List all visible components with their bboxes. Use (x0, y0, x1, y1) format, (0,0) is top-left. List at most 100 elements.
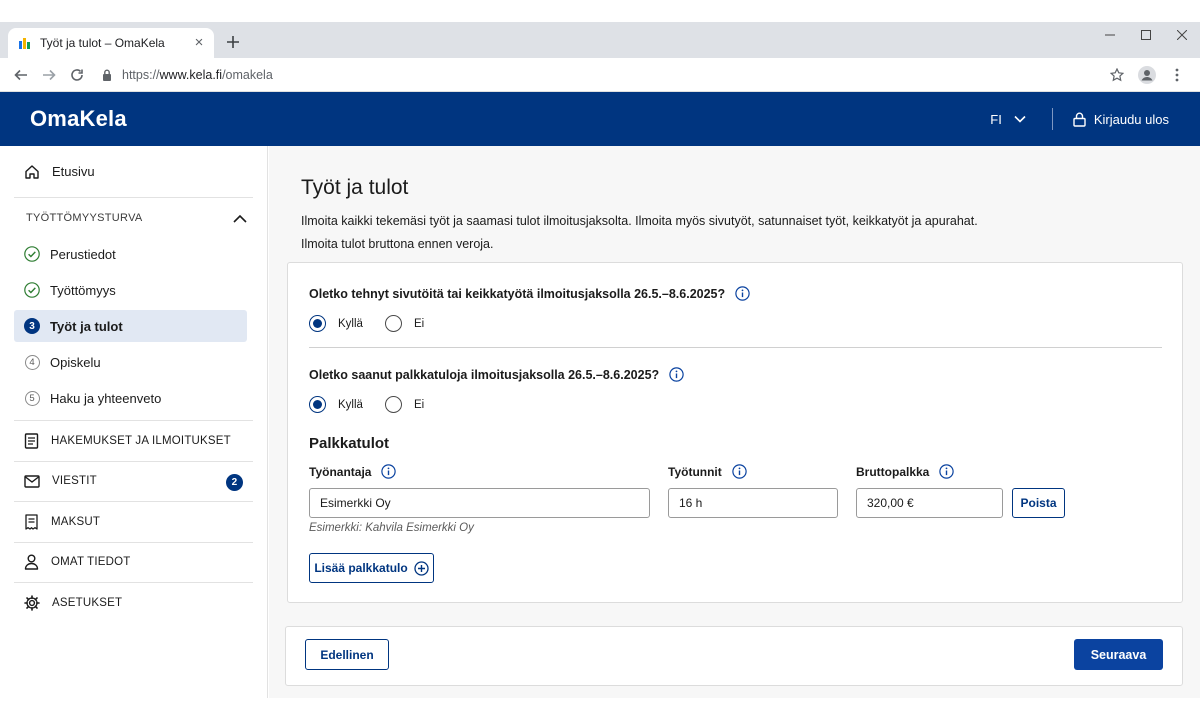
chevron-up-icon (233, 214, 247, 223)
app-header: OmaKela FI Kirjaudu ulos (0, 92, 1200, 146)
sidebar-item-home[interactable]: Etusivu (14, 146, 253, 198)
radio-label-yes: Kyllä (338, 398, 363, 411)
sidebar-step-opiskelu[interactable]: 4 Opiskelu (14, 346, 247, 378)
gear-icon (24, 594, 40, 611)
gross-salary-label: Bruttopalkka (856, 464, 955, 479)
maximize-icon[interactable] (1128, 22, 1164, 48)
employer-hint: Esimerkki: Kahvila Esimerkki Oy (309, 522, 474, 534)
check-circle-icon (24, 282, 40, 298)
reload-icon[interactable] (64, 62, 90, 88)
sidebar-item-label: MAKSUT (51, 515, 101, 528)
radio-yes[interactable] (309, 396, 326, 413)
remove-button[interactable]: Poista (1012, 488, 1065, 518)
previous-button[interactable]: Edellinen (305, 639, 389, 670)
question-salary: Oletko saanut palkkatuloja ilmoitusjakso… (309, 367, 684, 382)
check-circle-icon (24, 246, 40, 262)
sidebar-item-label: OMAT TIEDOT (51, 556, 131, 569)
document-list-icon (24, 433, 39, 449)
question-side-jobs: Oletko tehnyt sivutöitä tai keikkatyötä … (309, 286, 750, 301)
gross-salary-input[interactable]: 320,00 € (856, 488, 1003, 518)
back-arrow-icon[interactable] (8, 62, 34, 88)
main-content: Työt ja tulot Ilmoita kaikki tekemäsi ty… (269, 146, 1200, 698)
sidebar-step-tyot-ja-tulot[interactable]: 3 Työt ja tulot (14, 310, 247, 342)
home-icon (25, 164, 39, 179)
url-domain: www.kela.fi (159, 67, 223, 82)
radio-label-yes: Kyllä (338, 317, 363, 330)
profile-avatar-icon[interactable] (1132, 62, 1162, 88)
url-field[interactable]: https://www.kela.fi/omakela (102, 62, 1102, 88)
hours-input[interactable]: 16 h (668, 488, 838, 518)
new-tab-icon[interactable] (222, 31, 244, 53)
radio-yes[interactable] (309, 315, 326, 332)
sidebar-item-label: ASETUKSET (52, 596, 123, 609)
sidebar-step-perustiedot[interactable]: Perustiedot (14, 238, 247, 270)
step-number: 5 (24, 390, 40, 406)
info-icon[interactable] (735, 286, 750, 301)
browser-tab[interactable]: Työt ja tulot – OmaKela × (8, 28, 214, 58)
radio-no[interactable] (384, 396, 402, 413)
sidebar-item-maksut[interactable]: MAKSUT (14, 501, 253, 542)
radio-label-no: Ei (413, 317, 425, 330)
employer-input[interactable]: Esimerkki Oy (309, 488, 650, 518)
sidebar: Etusivu TYÖTTÖMYYSTURVA Perustiedot Työt… (0, 146, 268, 698)
info-icon[interactable] (732, 464, 747, 479)
info-icon[interactable] (939, 464, 955, 479)
sidebar-item-label: VIESTIT (52, 475, 97, 488)
step-number-badge: 4 (24, 354, 40, 370)
radio-no[interactable] (384, 315, 402, 332)
brand-logo[interactable]: OmaKela (30, 106, 990, 132)
language-selector[interactable]: FI (990, 112, 1026, 127)
step-label: Haku ja yhteenveto (50, 390, 162, 406)
radio-group-side-jobs: Kyllä Ei (309, 315, 446, 332)
logout-label: Kirjaudu ulos (1093, 111, 1169, 127)
kebab-menu-icon[interactable] (1162, 62, 1192, 88)
url-path: /omakela (222, 67, 273, 82)
bookmark-star-icon[interactable] (1102, 62, 1132, 88)
step-number-badge: 5 (24, 390, 40, 406)
minimize-icon[interactable] (1092, 22, 1128, 48)
step-number: 3 (24, 318, 40, 334)
step-label: Työt ja tulot (50, 318, 123, 334)
form-navigation: Edellinen Seuraava (285, 626, 1183, 686)
url-scheme: https:// (122, 67, 160, 82)
info-icon[interactable] (381, 464, 397, 479)
step-label: Opiskelu (50, 354, 101, 370)
close-window-icon[interactable] (1164, 22, 1200, 48)
window-controls (1092, 22, 1200, 52)
person-icon (24, 554, 39, 570)
hours-label: Työtunnit (668, 464, 747, 479)
forward-arrow-icon[interactable] (36, 62, 62, 88)
step-label: Työttömyys (50, 282, 116, 298)
sidebar-item-hakemukset[interactable]: HAKEMUKSET JA ILMOITUKSET (14, 420, 253, 461)
sidebar-section-header[interactable]: TYÖTTÖMYYSTURVA (14, 198, 253, 238)
intro-line: Ilmoita tulot bruttona ennen veroja. (301, 237, 494, 251)
radio-group-salary: Kyllä Ei (309, 396, 446, 413)
intro-line: Ilmoita kaikki tekemäsi työt ja saamasi … (301, 214, 978, 228)
language-label: FI (990, 111, 1002, 127)
info-icon[interactable] (669, 367, 684, 382)
step-number-badge: 3 (24, 318, 40, 334)
plus-circle-icon (414, 560, 429, 576)
step-number: 4 (24, 354, 40, 370)
add-salary-button[interactable]: Lisää palkkatulo (309, 553, 434, 583)
sidebar-step-tyottomyys[interactable]: Työttömyys (14, 274, 247, 306)
sidebar-item-viestit[interactable]: VIESTIT 2 (14, 460, 253, 502)
envelope-icon (24, 475, 40, 488)
sidebar-item-asetukset[interactable]: ASETUKSET (14, 582, 253, 623)
lock-icon (103, 69, 111, 81)
chevron-down-icon (1014, 115, 1026, 123)
button-label: Lisää palkkatulo (314, 561, 408, 575)
logout-button[interactable]: Kirjaudu ulos (1073, 112, 1169, 127)
sidebar-step-haku-ja-yhteenveto[interactable]: 5 Haku ja yhteenveto (14, 382, 247, 414)
page-title: Työt ja tulot (301, 176, 409, 199)
close-tab-icon[interactable]: × (192, 35, 206, 50)
sidebar-links: HAKEMUKSET JA ILMOITUKSET VIESTIT 2 MAKS… (14, 420, 253, 623)
lock-icon (1073, 112, 1086, 127)
sidebar-item-label: Etusivu (52, 164, 95, 179)
sidebar-item-omat-tiedot[interactable]: OMAT TIEDOT (14, 541, 253, 583)
field-label-text: Työtunnit (668, 464, 722, 479)
radio-label-no: Ei (413, 398, 425, 411)
tab-title: Työt ja tulot – OmaKela (40, 36, 165, 50)
next-button[interactable]: Seuraava (1074, 639, 1163, 670)
employer-label: Työnantaja (309, 464, 397, 479)
